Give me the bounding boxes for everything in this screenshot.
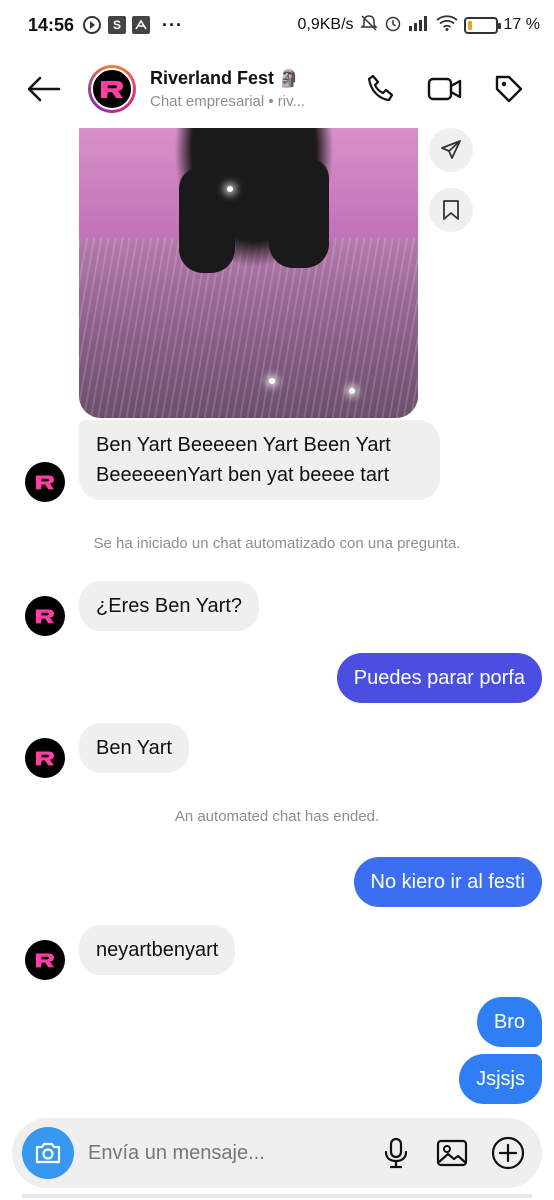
shared-video[interactable] (79, 128, 418, 418)
app-s-icon: S (108, 16, 127, 34)
riverland-logo-icon (36, 475, 54, 490)
media-play-icon (82, 15, 102, 35)
bookmark-icon (443, 200, 459, 220)
message-bubble-incoming[interactable]: Ben Yart (79, 723, 189, 773)
sparkle (349, 388, 355, 394)
video-creature-leg (179, 168, 235, 273)
back-button[interactable] (14, 59, 74, 119)
message-bubble-incoming[interactable]: ¿Eres Ben Yart? (79, 581, 259, 631)
tag-icon (495, 75, 523, 103)
send-icon (441, 140, 461, 159)
status-time: 14:56 (28, 14, 75, 35)
more-notifications-icon: ··· (162, 14, 184, 35)
system-message: An automated chat has ended. (174, 808, 380, 825)
sparkle (227, 186, 233, 192)
camera-button[interactable] (22, 1127, 74, 1179)
status-bar: 14:56 S ··· 0,9KB/s 17 % (0, 0, 554, 50)
more-options-button[interactable] (490, 1135, 526, 1171)
share-button[interactable] (429, 128, 473, 172)
chat-subtitle: Chat empresarial • riv... (150, 93, 306, 110)
microphone-icon (384, 1137, 408, 1169)
battery-fill (467, 20, 472, 30)
avatar[interactable] (25, 940, 65, 980)
network-speed: 0,9KB/s (297, 16, 354, 33)
message-bubble-outgoing[interactable]: Puedes parar porfa (336, 653, 542, 703)
message-bubble-outgoing[interactable]: Bro (476, 997, 542, 1047)
phone-icon (367, 74, 394, 102)
avatar[interactable] (25, 462, 65, 502)
message-thread[interactable]: Ben Yart Beeeeen Yart Been Yart Beeeeeen… (0, 128, 554, 1118)
riverland-logo-icon (36, 953, 54, 968)
message-bubble-incoming[interactable]: neyartbenyart (79, 925, 236, 975)
alarm-icon (384, 14, 402, 37)
page-title: Riverland Fest (150, 68, 275, 88)
camera-icon (35, 1142, 61, 1164)
message-bubble-outgoing[interactable]: Jsjsjs (459, 1054, 542, 1104)
moai-emoji: 🗿 (278, 68, 300, 88)
avatar[interactable] (88, 65, 136, 113)
avatar[interactable] (25, 738, 65, 778)
avatar[interactable] (25, 596, 65, 636)
voice-message-button[interactable] (378, 1135, 414, 1171)
mute-icon (359, 14, 378, 37)
sparkle (269, 378, 275, 384)
save-button[interactable] (429, 188, 473, 232)
message-input[interactable] (88, 1141, 358, 1165)
video-camera-icon (427, 77, 462, 101)
message-bubble-outgoing[interactable]: No kiero ir al festi (353, 857, 542, 907)
system-message: Se ha iniciado un chat automatizado con … (93, 535, 461, 552)
riverland-logo-icon (36, 751, 54, 766)
chat-header: Riverland Fest 🗿 Chat empresarial • riv.… (0, 50, 554, 128)
chat-title-block[interactable]: Riverland Fest 🗿 Chat empresarial • riv.… (150, 68, 330, 110)
arrow-left-icon (27, 76, 61, 102)
message-composer (12, 1118, 542, 1188)
wifi-icon (435, 14, 458, 36)
call-button[interactable] (362, 70, 400, 108)
gallery-button[interactable] (434, 1135, 470, 1171)
signal-icon (408, 15, 430, 36)
battery-percent: 17 % (503, 16, 540, 33)
label-button[interactable] (490, 70, 528, 108)
image-icon (436, 1139, 468, 1167)
battery-icon (463, 16, 501, 34)
riverland-logo-icon (101, 81, 123, 98)
app-notification-icon (132, 16, 151, 34)
video-creature-leg (269, 158, 329, 268)
home-indicator (22, 1194, 532, 1198)
video-call-button[interactable] (426, 70, 464, 108)
riverland-logo-icon (36, 609, 54, 624)
plus-circle-icon (491, 1136, 525, 1170)
message-bubble-incoming[interactable]: Ben Yart Beeeeen Yart Been Yart Beeeeeen… (79, 420, 440, 500)
